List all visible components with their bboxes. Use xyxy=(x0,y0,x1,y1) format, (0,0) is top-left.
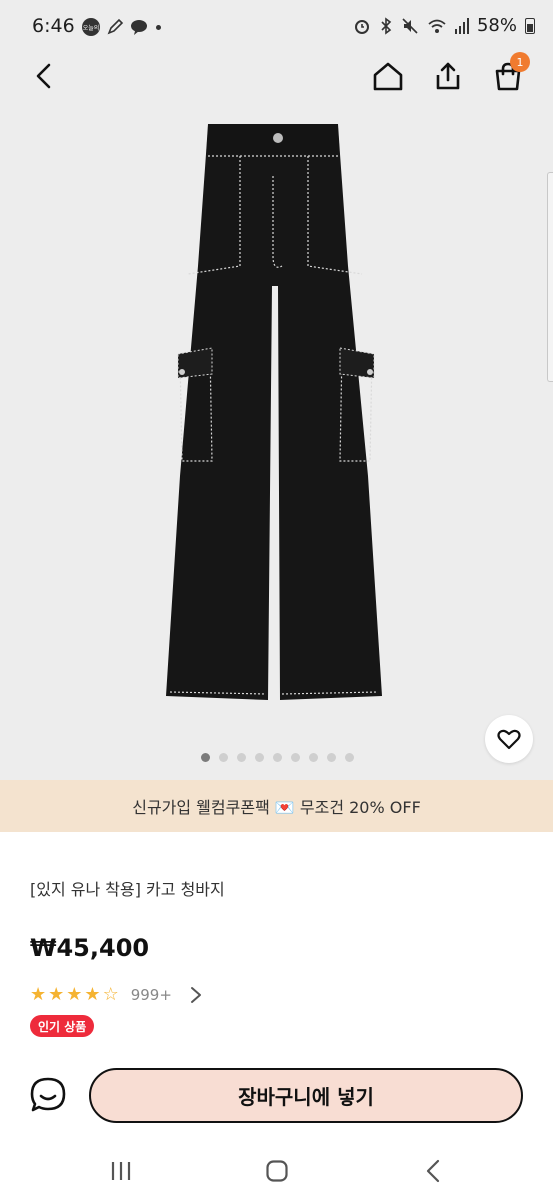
system-back-button[interactable] xyxy=(418,1158,448,1184)
status-bar: 6:46 오늘의 58% xyxy=(0,0,553,44)
rating-row[interactable]: ★ ★ ★ ★ ☆ 999+ xyxy=(30,984,204,1006)
back-icon xyxy=(426,1159,440,1183)
chat-button[interactable] xyxy=(27,1074,69,1116)
notification-icons: 오늘의 xyxy=(82,16,161,38)
star-full-icon: ★ xyxy=(84,984,101,1005)
star-empty-icon: ☆ xyxy=(102,984,119,1005)
chat-notif-icon xyxy=(131,20,147,35)
gallery-dot[interactable] xyxy=(201,753,210,762)
gallery-dot[interactable] xyxy=(237,753,246,762)
recents-icon xyxy=(111,1162,131,1180)
top-navigation: 1 xyxy=(0,44,553,106)
more-dot-icon xyxy=(156,24,161,30)
recents-button[interactable] xyxy=(106,1158,136,1184)
product-gallery[interactable]: 1 xyxy=(0,44,553,780)
cart-button[interactable]: 1 xyxy=(486,52,530,98)
notif-badge-icon: 오늘의 xyxy=(82,18,100,36)
side-scroll-handle[interactable] xyxy=(547,172,553,382)
share-button[interactable] xyxy=(426,54,470,98)
home-icon xyxy=(373,62,403,91)
gallery-dot[interactable] xyxy=(291,753,300,762)
alarm-icon xyxy=(354,19,369,34)
star-full-icon: ★ xyxy=(30,984,47,1005)
gallery-dot[interactable] xyxy=(345,753,354,762)
home-circle-icon xyxy=(266,1160,288,1182)
back-chevron-icon xyxy=(36,63,51,89)
bluetooth-icon xyxy=(381,16,392,35)
review-count: 999+ xyxy=(130,986,172,1004)
gallery-dot[interactable] xyxy=(309,753,318,762)
star-full-icon: ★ xyxy=(66,984,83,1005)
cart-count-badge: 1 xyxy=(510,52,530,72)
heart-icon xyxy=(497,729,521,750)
promo-banner[interactable]: 신규가입 웰컴쿠폰팩 💌 무조건 20% OFF xyxy=(0,780,553,832)
star-full-icon: ★ xyxy=(48,984,65,1005)
back-button[interactable] xyxy=(22,54,66,98)
popular-badge: 인기 상품 xyxy=(30,1015,95,1037)
wifi-icon xyxy=(428,19,446,33)
gallery-dot[interactable] xyxy=(255,753,264,762)
gallery-dot[interactable] xyxy=(273,753,282,762)
battery-percent: 58% xyxy=(476,15,517,36)
gallery-dot[interactable] xyxy=(219,753,228,762)
status-time: 6:46 xyxy=(32,15,75,37)
system-home-button[interactable] xyxy=(262,1158,292,1184)
promo-text: 신규가입 웰컴쿠폰팩 💌 무조건 20% OFF xyxy=(132,798,421,817)
status-right: 58% xyxy=(353,15,535,36)
gallery-pagination xyxy=(201,753,354,762)
gallery-dot[interactable] xyxy=(327,753,336,762)
signal-icon xyxy=(454,17,469,34)
add-to-cart-button[interactable]: 장바구니에 넣기 xyxy=(89,1068,523,1123)
product-price: ₩45,400 xyxy=(30,934,150,962)
home-button[interactable] xyxy=(366,54,410,98)
mute-icon xyxy=(402,17,418,34)
system-navigation-bar xyxy=(0,1140,553,1200)
share-icon xyxy=(436,62,460,90)
chat-bubble-icon xyxy=(30,1077,66,1112)
product-title: [있지 유나 착용] 카고 청바지 xyxy=(30,880,225,899)
edit-icon xyxy=(107,18,124,35)
chevron-right-icon xyxy=(190,985,204,1005)
battery-icon xyxy=(525,17,535,34)
product-image[interactable] xyxy=(150,116,400,716)
wishlist-button[interactable] xyxy=(485,715,533,763)
